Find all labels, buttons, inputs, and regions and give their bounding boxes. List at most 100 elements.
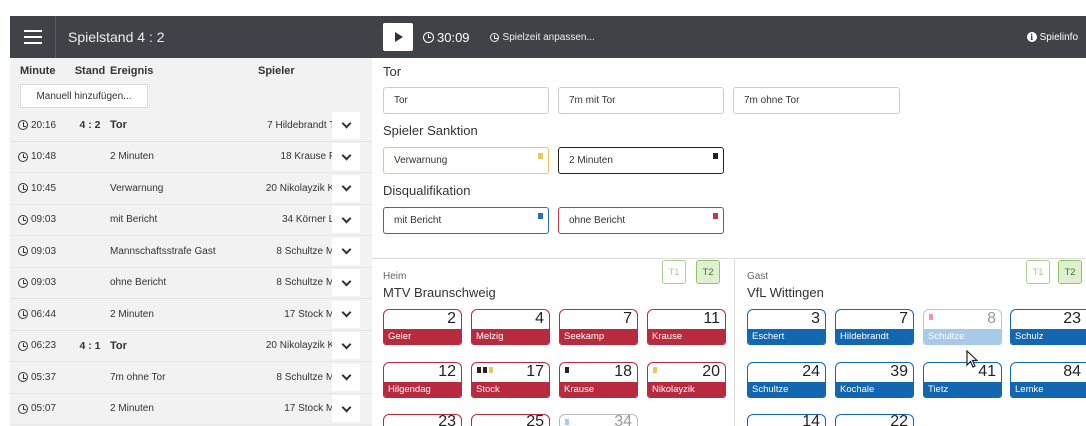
expand-button[interactable] xyxy=(332,363,360,391)
player-card[interactable]: 23 xyxy=(383,414,462,426)
event-stand: 4 : 1 xyxy=(79,339,101,352)
clock-icon xyxy=(18,183,28,194)
player-card[interactable]: 8 Schultze xyxy=(923,309,1002,345)
event-row[interactable]: 06:44 2 Minuten 17 Stock M. xyxy=(10,299,372,331)
event-minute: 06:44 xyxy=(31,308,57,320)
player-number: 2 xyxy=(447,310,456,327)
player-card[interactable]: 17 Stock xyxy=(471,362,550,398)
ohne-bericht-label: ohne Bericht xyxy=(569,215,626,226)
event-player: 17 Stock M. xyxy=(284,403,337,415)
player-number: 7 xyxy=(623,310,632,327)
penalty-cards-icon xyxy=(653,367,657,373)
clock-icon xyxy=(489,32,499,42)
player-card[interactable]: 84 Lemke xyxy=(1010,362,1086,398)
event-row[interactable]: 20:16 4 : 2 Tor 7 Hildebrandt T. xyxy=(10,110,372,142)
event-type: Verwarnung xyxy=(110,182,164,194)
event-row[interactable]: 09:03 ohne Bericht 8 Schultze M. xyxy=(10,267,372,299)
event-minute: 09:03 xyxy=(31,245,57,257)
player-number: 24 xyxy=(802,363,820,380)
player-name: Nikolayzik xyxy=(648,382,725,397)
verwarnung-button[interactable]: Verwarnung xyxy=(383,147,549,174)
tor-button[interactable]: Tor xyxy=(383,87,549,114)
event-row[interactable]: 05:07 2 Minuten 17 Stock M. xyxy=(10,393,372,425)
info-icon: i xyxy=(1026,32,1037,42)
event-row[interactable]: 06:23 4 : 1 Tor 20 Nikolayzik K. xyxy=(10,330,372,362)
2-minuten-label: 2 Minuten xyxy=(569,155,613,166)
player-card[interactable]: 34 xyxy=(559,414,638,426)
event-row[interactable]: 10:48 2 Minuten 18 Krause P. xyxy=(10,141,372,173)
chevron-down-icon xyxy=(341,307,351,318)
manual-add-button[interactable]: Manuell hinzufügen... xyxy=(20,84,148,108)
player-card[interactable]: 2 Geier xyxy=(383,309,462,345)
heim-t1-button[interactable]: T1 xyxy=(662,260,686,284)
mit-bericht-button[interactable]: mit Bericht xyxy=(383,207,549,234)
event-player: 20 Nikolayzik K. xyxy=(265,182,337,194)
tor-section-title: Tor xyxy=(383,64,402,79)
heim-t2-button[interactable]: T2 xyxy=(696,260,720,284)
events-table-header: Minute Stand Ereignis Spieler xyxy=(10,58,372,84)
yellow-card-icon xyxy=(538,153,543,159)
expand-button[interactable] xyxy=(332,237,360,265)
7m-mit-tor-button[interactable]: 7m mit Tor xyxy=(558,87,724,114)
disq-section-title: Disqualifikation xyxy=(383,183,471,198)
expand-button[interactable] xyxy=(332,111,360,139)
menu-button[interactable] xyxy=(10,16,56,58)
player-card[interactable]: 3 Eschert xyxy=(747,309,826,345)
event-row[interactable]: 10:45 Verwarnung 20 Nikolayzik K. xyxy=(10,173,372,205)
right-header-bar: 30:09 Spielzeit anpassen... i Spielinfo xyxy=(372,16,1086,58)
player-card[interactable]: 7 Seekamp xyxy=(559,309,638,345)
player-card[interactable]: 7 Hildebrandt xyxy=(835,309,914,345)
player-card[interactable]: 20 Nikolayzik xyxy=(647,362,726,398)
event-minute: 20:16 xyxy=(31,119,57,131)
player-card[interactable]: 39 Kochale xyxy=(835,362,914,398)
expand-button[interactable] xyxy=(332,206,360,234)
player-card[interactable]: 41 Tietz xyxy=(923,362,1002,398)
expand-button[interactable] xyxy=(332,269,360,297)
event-row[interactable]: 09:03 mit Bericht 34 Körner L. xyxy=(10,204,372,236)
player-number: 22 xyxy=(890,414,908,426)
player-number: 20 xyxy=(702,363,720,380)
chevron-down-icon xyxy=(341,339,351,350)
event-player: 20 Nikolayzik K. xyxy=(265,340,337,352)
gast-t1-button[interactable]: T1 xyxy=(1026,260,1050,284)
expand-button[interactable] xyxy=(332,332,360,360)
event-row[interactable]: 09:03 Mannschaftsstrafe Gast 8 Schultze … xyxy=(10,236,372,268)
player-card[interactable]: 18 Krause xyxy=(559,362,638,398)
gast-label: Gast xyxy=(747,271,769,282)
game-info-button[interactable]: i Spielinfo xyxy=(1026,32,1078,43)
event-minute: 09:03 xyxy=(31,214,57,226)
player-name: Lemke xyxy=(1011,382,1086,397)
player-name: Hilgendag xyxy=(384,382,461,397)
chevron-down-icon xyxy=(341,370,351,381)
clock-icon xyxy=(18,246,28,257)
chevron-down-icon xyxy=(341,276,351,287)
gast-team-name: VfL Wittingen xyxy=(747,285,824,300)
player-name: Kochale xyxy=(836,382,913,397)
player-card[interactable]: 14 xyxy=(747,414,826,426)
mouse-cursor-icon xyxy=(966,350,979,368)
player-card[interactable]: 4 Melzig xyxy=(471,309,550,345)
team-divider xyxy=(734,258,735,426)
player-number: 3 xyxy=(811,310,820,327)
play-button[interactable] xyxy=(383,23,413,51)
event-row[interactable]: 05:37 7m ohne Tor 8 Schultze M. xyxy=(10,362,372,394)
adjust-time-button[interactable]: Spielzeit anpassen... xyxy=(489,32,595,43)
clock-icon xyxy=(18,214,28,225)
player-card[interactable]: 24 Schultze xyxy=(747,362,826,398)
ohne-bericht-button[interactable]: ohne Bericht xyxy=(558,207,724,234)
event-player: 17 Stock M. xyxy=(284,308,337,320)
sanktion-section-title: Spieler Sanktion xyxy=(383,123,478,138)
2-minuten-button[interactable]: 2 Minuten xyxy=(558,147,724,174)
expand-button[interactable] xyxy=(332,143,360,171)
player-card[interactable]: 11 Krause xyxy=(647,309,726,345)
expand-button[interactable] xyxy=(332,174,360,202)
player-card[interactable]: 25 xyxy=(471,414,550,426)
player-name: Krause xyxy=(648,329,725,344)
player-card[interactable]: 22 xyxy=(835,414,914,426)
7m-ohne-tor-button[interactable]: 7m ohne Tor xyxy=(733,87,900,114)
player-card[interactable]: 23 Schulz xyxy=(1010,309,1086,345)
expand-button[interactable] xyxy=(332,395,360,423)
player-card[interactable]: 12 Hilgendag xyxy=(383,362,462,398)
gast-t2-button[interactable]: T2 xyxy=(1058,260,1082,284)
expand-button[interactable] xyxy=(332,300,360,328)
